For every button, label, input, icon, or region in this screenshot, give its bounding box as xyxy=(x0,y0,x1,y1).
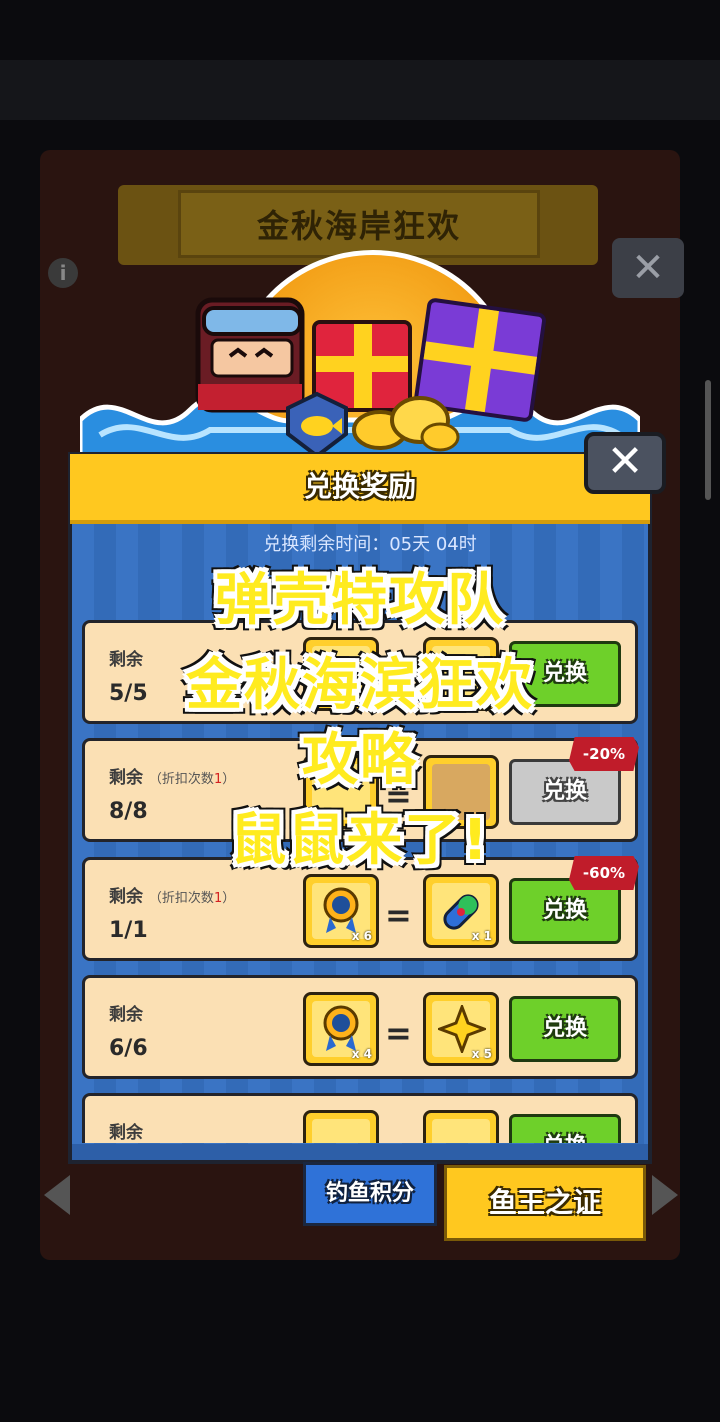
scrollbar[interactable] xyxy=(705,380,711,500)
exchange-row: 剩余 6/6 x 4 = x 5 兑换 xyxy=(82,975,638,1079)
caption-line-3: 攻略 xyxy=(302,728,418,793)
remaining-count: 1/1 xyxy=(109,918,148,943)
remaining-label: 剩余 xyxy=(109,1123,143,1143)
caption-line-2: 金秋海滨狂欢 xyxy=(186,653,534,718)
remaining-label: 剩余 xyxy=(109,1005,143,1025)
exchange-row: 剩余 = 兑换 xyxy=(82,1093,638,1143)
equals-sign: = xyxy=(385,896,412,934)
background-top-bar xyxy=(0,60,720,120)
star-icon xyxy=(438,1005,486,1053)
exchange-button[interactable]: 兑换 xyxy=(509,996,621,1062)
equals-sign: = xyxy=(385,1014,412,1052)
caption-line-1: 弹壳特攻队 xyxy=(215,568,505,633)
exchange-button[interactable]: 兑换 xyxy=(509,1114,621,1143)
exchange-row-clip: 剩余 = 兑换 xyxy=(82,1093,638,1143)
chevron-left-icon[interactable] xyxy=(44,1175,70,1215)
fishing-medal-icon: x 4 xyxy=(303,992,379,1066)
remaining-label: 剩余 （折扣次数1） xyxy=(109,887,236,907)
fishing-medal-icon xyxy=(303,1110,379,1143)
tab-fishing-points[interactable]: 钓鱼积分 xyxy=(303,1162,437,1226)
modal-title: 兑换奖励 xyxy=(70,454,650,524)
chevron-right-icon[interactable] xyxy=(652,1175,678,1215)
gold-coins-icon xyxy=(352,396,460,452)
capsule-icon: x 1 xyxy=(423,874,499,948)
medal-icon xyxy=(323,1005,359,1051)
reward-item-icon xyxy=(423,1110,499,1143)
background-event-title: 金秋海岸狂欢 xyxy=(178,190,540,258)
tab-fish-king-proof[interactable]: 鱼王之证 xyxy=(444,1165,646,1241)
remaining-count: 6/6 xyxy=(109,1036,148,1061)
medal-icon xyxy=(323,887,359,933)
caption-line-4: 鼠鼠来了! xyxy=(230,808,490,873)
close-button[interactable]: ✕ xyxy=(584,432,666,494)
remaining-time-text: 兑换剩余时间：05天 04时 xyxy=(263,534,477,555)
equals-sign: = xyxy=(385,1132,412,1143)
star-shard-icon: x 5 xyxy=(423,992,499,1066)
fishing-medal-icon: x 6 xyxy=(303,874,379,948)
background-close-icon[interactable]: ✕ xyxy=(612,238,684,298)
fish-badge-icon xyxy=(286,391,348,459)
info-icon[interactable]: i xyxy=(48,258,78,288)
